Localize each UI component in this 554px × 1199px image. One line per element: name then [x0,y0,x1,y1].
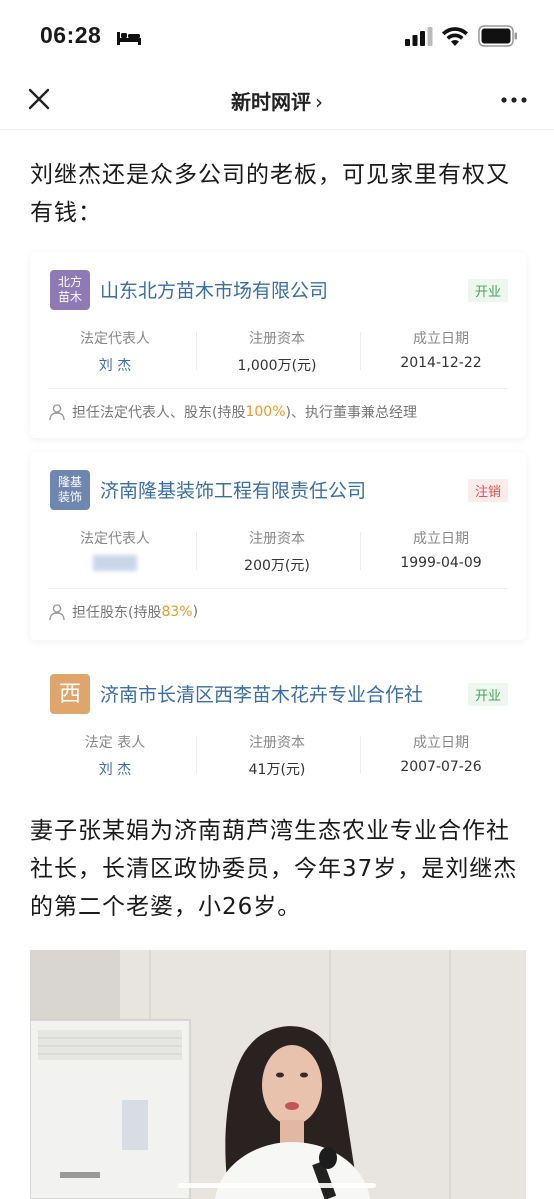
capital-value: 200万(元) [244,558,310,574]
role-pct: 83% [161,604,193,620]
capital-value: 41万(元) [248,762,306,778]
divider [196,736,197,774]
capital-label: 注册资本 [249,331,305,347]
legal-rep-label: 法定 表人 [84,735,146,751]
date-value: 2007-07-26 [400,759,482,775]
role-pct: 100% [245,404,286,420]
divider [48,588,508,589]
role-suffix: ) [192,604,199,620]
company-card[interactable]: 隆基 装饰 济南隆基装饰工程有限责任公司 注销 法定代表人 注册资本 200万(… [30,452,526,640]
home-indicator [178,1183,376,1188]
status-time: 06:28 [40,22,102,48]
account-name[interactable]: 新时网评 [231,90,311,114]
date-label: 成立日期 [413,735,469,751]
divider [360,736,361,774]
status-bar: 06:28 [0,0,554,70]
company-name-link[interactable]: 济南隆基装饰工程有限责任公司 [100,476,366,503]
company-name-link[interactable]: 济南市长清区西李苗木花卉专业合作社 [100,680,423,707]
nav-bar: 新时网评 › [0,70,554,130]
article-photo[interactable] [30,950,526,1199]
status-badge: 开业 [467,279,508,302]
date-col: 成立日期 1999-04-09 [366,528,516,571]
status-badge: 注销 [467,479,508,502]
battery-icon [478,25,517,47]
divider [48,388,508,389]
company-logo: 北方 苗木 [50,270,90,310]
capital-col: 注册资本 41万(元) [202,732,352,779]
redacted-name [93,555,137,571]
date-value: 1999-04-09 [400,555,482,571]
person-icon [49,604,65,621]
date-value: 2014-12-22 [400,355,482,371]
company-logo: 隆基 装饰 [50,470,90,510]
date-col: 成立日期 2014-12-22 [366,328,516,371]
legal-rep-col: 法定代表人 刘 杰 [40,328,190,375]
capital-label: 注册资本 [249,735,305,751]
capital-label: 注册资本 [249,531,305,547]
article-paragraph: 刘继杰还是众多公司的老板，可见家里有权又有钱： [30,162,510,226]
more-icon[interactable] [500,96,528,104]
legal-rep-label: 法定代表人 [80,331,150,347]
logo-text: 北方 苗木 [57,275,82,304]
company-logo: 西 [50,674,90,714]
legal-rep-link[interactable] [40,555,190,571]
bed-icon [117,32,141,45]
company-card[interactable]: 西 济南市长清区西李苗木花卉专业合作社 开业 法定 表人 刘 杰 注册资本 41… [30,656,526,786]
role-row: 担任股东(持股 83%) [48,602,198,622]
chevron-right-icon[interactable]: › [315,90,323,114]
person-icon [49,404,65,421]
wifi-icon [442,27,468,46]
role-prefix: 担任法定代表人、股东(持股 [72,405,246,421]
role-suffix: )、执行董事兼总经理 [285,405,417,421]
status-badge: 开业 [467,683,508,706]
legal-rep-label: 法定代表人 [80,531,150,547]
legal-rep-link[interactable]: 刘 杰 [40,759,190,779]
role-prefix: 担任股东(持股 [72,605,162,621]
legal-rep-col: 法定 表人 刘 杰 [40,732,190,779]
article-paragraph: 妻子张某娟为济南葫芦湾生态农业专业合作社社长，长清区政协委员，今年37岁，是刘继… [30,818,518,920]
divider [360,532,361,570]
photo-illustration [30,950,526,1199]
company-name-link[interactable]: 山东北方苗木市场有限公司 [100,276,328,303]
logo-text: 隆基 装饰 [57,475,82,504]
account-title[interactable]: 新时网评 › [0,86,554,115]
date-col: 成立日期 2007-07-26 [366,732,516,775]
legal-rep-link[interactable]: 刘 杰 [40,355,190,375]
legal-rep-col: 法定代表人 [40,528,190,571]
company-card[interactable]: 北方 苗木 山东北方苗木市场有限公司 开业 法定代表人 刘 杰 注册资本 1,0… [30,252,526,438]
capital-col: 注册资本 1,000万(元) [202,328,352,375]
logo-text: 西 [58,681,81,707]
divider [196,332,197,370]
date-label: 成立日期 [413,531,469,547]
capital-col: 注册资本 200万(元) [202,528,352,575]
capital-value: 1,000万(元) [237,358,317,374]
divider [360,332,361,370]
divider [196,532,197,570]
signal-icon [405,27,433,46]
role-row: 担任法定代表人、股东(持股 100%)、执行董事兼总经理 [48,402,417,422]
date-label: 成立日期 [413,331,469,347]
